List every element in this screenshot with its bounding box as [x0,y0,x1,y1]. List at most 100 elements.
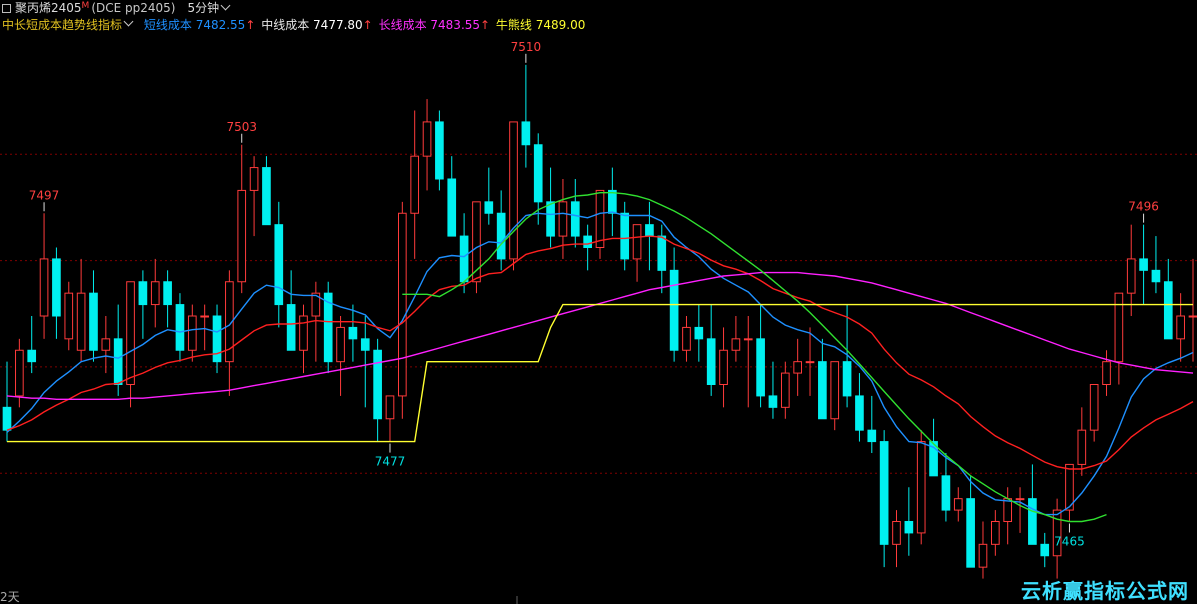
candle-body [1139,258,1148,271]
candle-body [1176,315,1185,340]
candle-79 [978,521,988,579]
chevron-down-icon[interactable] [123,16,134,27]
candle-71 [879,430,889,568]
candle-body [286,304,296,351]
candle-72 [892,510,901,568]
candle-63 [780,361,790,419]
candle-93 [1151,236,1161,294]
candle-body [299,315,308,351]
price-annotation-0: 7497 [29,188,59,212]
candle-17 [212,304,222,374]
candle-body [89,292,98,351]
candle-body [780,372,790,408]
candle-47 [583,224,592,271]
candle-body [163,281,172,306]
candle-16 [200,304,209,351]
price-annotation-2: 7477 [375,443,405,469]
candle-body [546,201,555,237]
candle-body [953,498,963,511]
main-contract-flag: M [81,1,90,11]
candle-48 [595,189,605,259]
mid-cost-label: 中线成本 [261,18,310,32]
candle-body [1089,384,1099,431]
candle-95 [1176,293,1185,362]
candle-57 [706,304,716,396]
candle-45 [558,179,568,259]
short-cost-value: 7482.55 [195,18,246,32]
candle-62 [768,361,778,419]
period-selector[interactable]: 5分钟 [187,0,219,17]
candle-6 [76,258,86,362]
candle-body [212,315,222,363]
candle-body [719,349,728,385]
long-cost-value: 7483.55 [430,18,481,32]
long-cost-label: 长线成本 [378,18,427,32]
candle-body [669,269,679,351]
window-icon[interactable] [2,4,11,13]
candle-body [422,121,432,157]
candle-51 [632,224,642,282]
candle-body [348,326,358,340]
candle-41 [509,121,518,271]
candle-body [1188,315,1197,318]
candle-29 [360,316,370,408]
candlestick-chart[interactable]: 7497 7503 7477 7510 7465 7496 [0,0,1197,604]
candle-body [731,338,741,351]
candle-35 [435,110,444,191]
candle-body [1114,292,1124,363]
candle-body [385,395,395,420]
candle-body [743,338,753,341]
candle-body [608,189,617,214]
candle-23 [286,270,296,351]
period-count-label: 2天 [0,590,20,604]
candle-body [15,349,24,397]
annotation-label: 7510 [511,40,542,54]
candle-body [867,429,877,443]
candle-83 [1028,464,1037,545]
candle-84 [1040,532,1050,568]
candle-body [175,304,185,351]
candle-body [916,441,926,534]
candle-76 [941,453,951,522]
candle-32 [398,201,407,419]
candle-body [818,361,827,420]
bull-bear-label: 牛熊线 [495,18,532,32]
candle-88 [1089,384,1099,442]
candle-81 [1003,487,1013,545]
candle-body [373,349,382,420]
annotation-label: 7465 [1054,535,1085,549]
candle-body [1028,498,1037,545]
instrument-code: (DCE pp2405) [91,1,176,15]
candle-44 [546,167,555,248]
candle-body [249,167,259,191]
candle-36 [447,156,457,237]
candle-body [200,315,209,318]
candle-body [237,189,247,283]
instrument-name[interactable]: 聚丙烯2405 [15,0,82,17]
candle-body [459,235,469,283]
candle-50 [620,201,630,271]
candle-body [694,326,704,340]
candle-66 [818,338,827,420]
candle-body [595,189,605,249]
candle-53 [657,224,667,294]
chevron-down-icon[interactable] [220,0,231,11]
candle-65 [805,327,815,396]
candle-74 [916,430,926,545]
candle-body [632,224,642,260]
candle-body [1126,258,1136,294]
candle-body [1015,498,1025,501]
candle-10 [126,281,135,408]
indicator-name[interactable]: 中长短成本趋势线指标 [2,16,122,34]
candle-body [558,201,568,237]
candle-body [706,338,716,386]
candle-60 [743,316,753,408]
candle-body [879,441,889,545]
candle-91 [1126,224,1136,316]
candle-body [904,521,914,534]
annotation-label: 7496 [1128,200,1159,214]
candle-body [978,543,988,568]
long-cost-line [6,271,1194,400]
candle-13 [163,270,172,328]
candle-body [682,326,691,351]
